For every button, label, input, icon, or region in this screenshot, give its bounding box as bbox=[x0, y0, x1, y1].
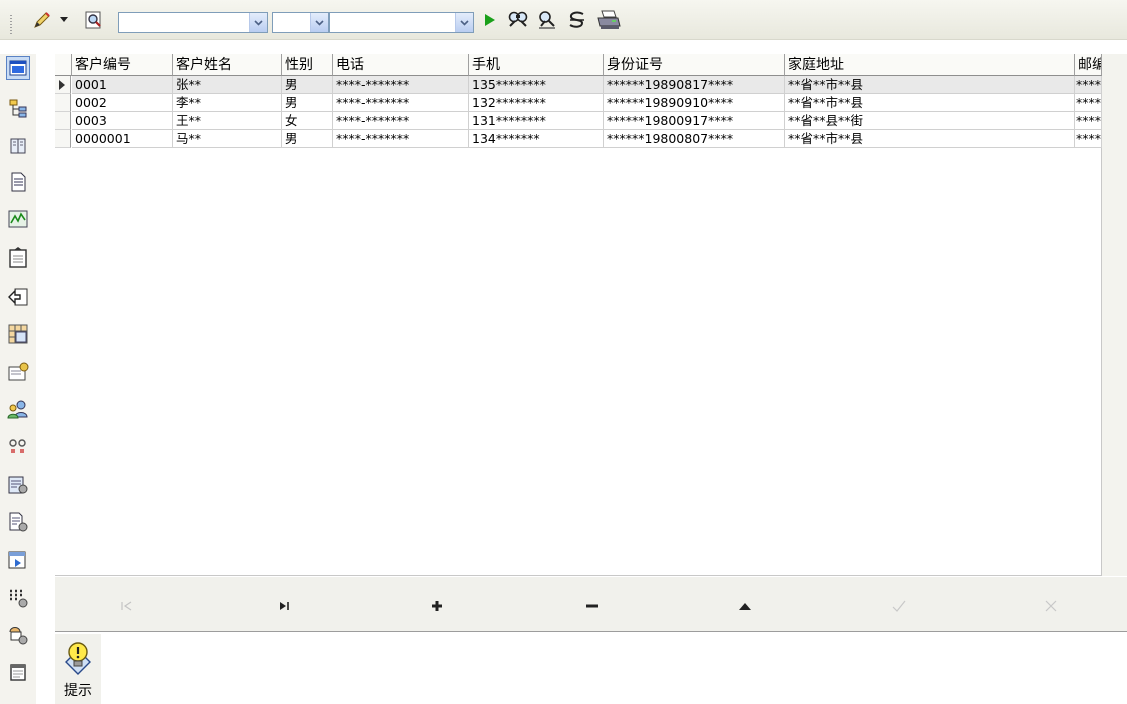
row-indicator[interactable] bbox=[55, 94, 71, 112]
table-icon[interactable] bbox=[6, 322, 30, 346]
table-cell[interactable]: ****** bbox=[1075, 130, 1102, 148]
cancel-record-button[interactable] bbox=[1039, 597, 1063, 615]
table-cell[interactable]: ****** bbox=[1075, 112, 1102, 130]
table-cell[interactable]: ******19890910**** bbox=[604, 94, 785, 112]
import-icon[interactable] bbox=[6, 548, 30, 572]
row-indicator-header bbox=[55, 54, 72, 76]
table-cell[interactable]: 李** bbox=[173, 94, 282, 112]
document-icon[interactable] bbox=[6, 170, 30, 194]
table-cell[interactable]: 男 bbox=[282, 76, 333, 94]
value-combo[interactable] bbox=[329, 12, 474, 33]
vertical-scrollbar[interactable] bbox=[1102, 54, 1127, 576]
print-icon[interactable] bbox=[595, 9, 623, 31]
table-cell[interactable]: 马** bbox=[173, 130, 282, 148]
table-cell[interactable]: **省**市**县 bbox=[785, 76, 1075, 94]
table-cell[interactable]: 0001 bbox=[72, 76, 173, 94]
chevron-down-icon[interactable] bbox=[310, 13, 328, 32]
col-header-home-address[interactable]: 家庭地址 bbox=[785, 54, 1075, 76]
first-record-button[interactable] bbox=[115, 597, 139, 615]
table-cell[interactable]: 0003 bbox=[72, 112, 173, 130]
table-cell[interactable]: ****-******* bbox=[333, 112, 469, 130]
col-header-mobile[interactable]: 手机 bbox=[469, 54, 604, 76]
table-cell[interactable]: **省**市**县 bbox=[785, 94, 1075, 112]
search-doc-icon[interactable] bbox=[82, 9, 106, 31]
users-icon[interactable] bbox=[6, 397, 30, 421]
table-cell[interactable]: 男 bbox=[282, 130, 333, 148]
toolbar-grip[interactable] bbox=[10, 15, 12, 35]
table-cell[interactable]: 131******** bbox=[469, 112, 604, 130]
col-header-id-number[interactable]: 身份证号 bbox=[604, 54, 785, 76]
field-combo[interactable] bbox=[118, 12, 268, 33]
chevron-down-icon[interactable] bbox=[455, 13, 473, 32]
col-header-customer-id[interactable]: 客户编号 bbox=[72, 54, 173, 76]
row-indicator[interactable] bbox=[55, 112, 71, 130]
clipboard-icon[interactable] bbox=[6, 245, 30, 269]
row-indicator[interactable] bbox=[55, 76, 71, 94]
table-cell[interactable]: ******19800807**** bbox=[604, 130, 785, 148]
table-cell[interactable]: ******19800917**** bbox=[604, 112, 785, 130]
report-icon[interactable] bbox=[6, 473, 30, 497]
toolbar bbox=[0, 0, 1127, 40]
window-icon[interactable] bbox=[6, 56, 30, 80]
table-cell[interactable]: **省**县**街 bbox=[785, 112, 1075, 130]
table-cell[interactable]: 王** bbox=[173, 112, 282, 130]
pencil-icon[interactable] bbox=[30, 9, 54, 31]
dropdown-arrow-icon[interactable] bbox=[57, 9, 71, 31]
post-record-button[interactable] bbox=[887, 597, 911, 615]
table-cell[interactable]: 张** bbox=[173, 76, 282, 94]
table-cell[interactable]: 134******* bbox=[469, 130, 604, 148]
notepad-icon[interactable] bbox=[6, 660, 30, 684]
export-icon[interactable] bbox=[6, 285, 30, 309]
certificate-icon[interactable] bbox=[6, 360, 30, 384]
last-record-button[interactable] bbox=[272, 597, 296, 615]
table-cell[interactable]: 男 bbox=[282, 94, 333, 112]
grid-settings-icon[interactable] bbox=[6, 586, 30, 610]
chevron-down-icon[interactable] bbox=[249, 13, 267, 32]
table-cell[interactable]: **省**市**县 bbox=[785, 130, 1075, 148]
table-cell[interactable]: ****** bbox=[1075, 94, 1102, 112]
edit-record-button[interactable] bbox=[733, 597, 757, 615]
hint-label: 提示 bbox=[64, 683, 92, 699]
org-chart-icon[interactable] bbox=[6, 96, 30, 120]
operator-combo[interactable] bbox=[272, 12, 329, 33]
col-header-phone[interactable]: 电话 bbox=[333, 54, 469, 76]
record-navigator bbox=[55, 577, 1127, 632]
table-cell[interactable]: ****-******* bbox=[333, 94, 469, 112]
row-indicator[interactable] bbox=[55, 130, 71, 148]
table-cell[interactable]: 135******** bbox=[469, 76, 604, 94]
table-cell[interactable]: ****** bbox=[1075, 76, 1102, 94]
document-settings-icon[interactable] bbox=[6, 510, 30, 534]
table-cell[interactable]: 0002 bbox=[72, 94, 173, 112]
table-cell[interactable]: 女 bbox=[282, 112, 333, 130]
chart-icon[interactable] bbox=[6, 207, 30, 231]
table-cell[interactable]: ****-******* bbox=[333, 130, 469, 148]
user-settings-icon[interactable] bbox=[6, 623, 30, 647]
clear-filter-icon[interactable] bbox=[565, 9, 589, 31]
play-icon[interactable] bbox=[481, 9, 499, 31]
hint-tab[interactable]: 提示 bbox=[55, 634, 101, 704]
table-cell[interactable]: ******19890817**** bbox=[604, 76, 785, 94]
connect-icon[interactable] bbox=[6, 434, 30, 458]
lightbulb-icon bbox=[63, 638, 93, 678]
delete-record-button[interactable] bbox=[580, 597, 604, 615]
table-cell[interactable]: 0000001 bbox=[72, 130, 173, 148]
find-next-icon[interactable] bbox=[535, 9, 559, 31]
data-grid: 客户编号 客户姓名 性别 电话 手机 身份证号 家庭地址 邮编 0001 张**… bbox=[55, 54, 1102, 576]
col-header-customer-name[interactable]: 客户姓名 bbox=[173, 54, 282, 76]
find-icon[interactable] bbox=[506, 9, 530, 31]
col-header-postcode[interactable]: 邮编 bbox=[1075, 54, 1102, 76]
table-cell[interactable]: ****-******* bbox=[333, 76, 469, 94]
add-record-button[interactable] bbox=[425, 597, 449, 615]
book-icon[interactable] bbox=[6, 134, 30, 158]
col-header-gender[interactable]: 性别 bbox=[282, 54, 333, 76]
table-cell[interactable]: 132******** bbox=[469, 94, 604, 112]
